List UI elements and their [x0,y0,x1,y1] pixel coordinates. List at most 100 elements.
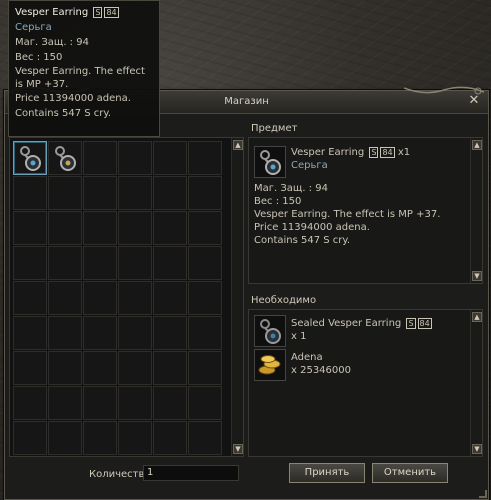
required-section-label: Необходимо [251,295,317,306]
inventory-slot[interactable] [153,246,187,280]
inventory-slot[interactable] [13,421,47,455]
selected-item-mdef: Маг. Защ. : 94 [254,183,328,194]
required-scrollbar[interactable]: ▲ ▼ [470,310,482,456]
selected-item-weight: Вес : 150 [254,196,302,207]
inventory-slot[interactable] [48,281,82,315]
inventory-slot[interactable] [118,141,152,175]
selected-item-name-line: Vesper Earring S 84 x1 [291,146,410,159]
scroll-up-icon[interactable]: ▲ [472,140,482,150]
inventory-slot[interactable] [188,351,222,385]
tooltip-mdef: Маг. Защ. : 94 [15,37,89,48]
inventory-slot[interactable] [188,386,222,420]
selected-item-type: Серьга [291,160,328,171]
inventory-slot[interactable] [118,386,152,420]
selected-item-name: Vesper Earring [291,147,365,158]
inventory-slot[interactable] [188,316,222,350]
inventory-slot[interactable] [13,141,47,175]
inventory-slot[interactable] [153,281,187,315]
inventory-slot[interactable] [153,316,187,350]
inventory-slot[interactable] [188,211,222,245]
inventory-slot[interactable] [83,281,117,315]
tooltip-contains: Contains 547 S cry. [15,108,112,119]
cancel-button[interactable]: Отменить [372,463,448,483]
inventory-slot[interactable] [83,246,117,280]
scroll-up-icon[interactable]: ▲ [472,312,482,322]
selected-item-stats: Маг. Защ. : 94 Вес : 150 Vesper Earring.… [254,182,464,247]
scroll-up-icon[interactable]: ▲ [233,140,243,150]
selected-item-count: x1 [397,147,411,158]
inventory-slot[interactable] [48,421,82,455]
inventory-slot[interactable] [153,351,187,385]
accept-button[interactable]: Принять [289,463,365,483]
inventory-slot[interactable] [153,421,187,455]
inventory-slot[interactable] [48,386,82,420]
selected-item-row: Vesper Earring S 84 x1 Серьга [254,146,410,178]
inventory-slot[interactable] [13,211,47,245]
quantity-input[interactable]: 1 [143,465,239,481]
scroll-down-icon[interactable]: ▼ [472,444,482,454]
adena-name: Adena [291,352,323,363]
inventory-slot[interactable] [48,316,82,350]
inventory-slot[interactable] [13,316,47,350]
inventory-slot[interactable] [188,281,222,315]
inventory-grid-panel: ▲ ▼ [9,137,244,457]
inventory-slot[interactable] [48,246,82,280]
inventory-grid [13,141,222,455]
item-detail-panel: Vesper Earring S 84 x1 Серьга Маг. Защ. :… [248,137,483,284]
inventory-slot[interactable] [48,351,82,385]
inventory-slot[interactable] [153,141,187,175]
scroll-down-icon[interactable]: ▼ [472,271,482,281]
item-scrollbar[interactable]: ▲ ▼ [470,138,482,283]
inventory-slot[interactable] [188,421,222,455]
inventory-slot[interactable] [118,281,152,315]
sealed-earring-icon[interactable] [254,315,286,347]
tooltip-item-grade: S [93,7,103,18]
inventory-slot[interactable] [83,351,117,385]
inventory-slot[interactable] [118,246,152,280]
inventory-slot[interactable] [118,351,152,385]
close-icon[interactable]: ✕ [467,94,481,108]
inventory-slot[interactable] [83,421,117,455]
resize-handle-icon[interactable] [479,490,487,498]
required-panel: Sealed Vesper Earring S 84 x 1 Adena x 25… [248,309,483,457]
grid-scrollbar[interactable]: ▲ ▼ [231,138,243,456]
inventory-slot[interactable] [48,211,82,245]
inventory-slot[interactable] [153,211,187,245]
inventory-slot[interactable] [48,176,82,210]
inventory-slot[interactable] [13,176,47,210]
inventory-slot[interactable] [48,141,82,175]
required-item-name: Sealed Vesper Earring [291,318,402,329]
scroll-down-icon[interactable]: ▼ [233,444,243,454]
tooltip-price: Price 11394000 adena. [15,93,131,104]
adena-icon[interactable] [254,349,286,381]
inventory-slot[interactable] [153,176,187,210]
inventory-slot[interactable] [83,211,117,245]
tooltip-weight: Вес : 150 [15,52,63,63]
item-section-label: Предмет [251,123,298,134]
inventory-slot[interactable] [83,176,117,210]
vesper-earring-icon[interactable] [254,146,286,178]
inventory-slot[interactable] [118,176,152,210]
inventory-slot[interactable] [13,351,47,385]
inventory-slot[interactable] [83,141,117,175]
inventory-slot[interactable] [83,316,117,350]
inventory-slot[interactable] [188,141,222,175]
tooltip-name-line: Vesper Earring S 84 [15,5,153,20]
inventory-slot[interactable] [83,386,117,420]
selected-item-grade: S [369,147,379,158]
tooltip-desc: Vesper Earring. The effect is MP +37. [15,66,145,90]
adena-count: x 25346000 [291,365,351,376]
inventory-slot[interactable] [13,281,47,315]
inventory-slot[interactable] [13,386,47,420]
inventory-slot[interactable] [13,246,47,280]
inventory-slot[interactable] [118,211,152,245]
tooltip-item-grade-level: 84 [104,7,119,18]
inventory-slot[interactable] [188,246,222,280]
required-item-count: x 1 [291,331,307,342]
required-adena-row: Adena x 25346000 [254,349,351,381]
inventory-slot[interactable] [118,316,152,350]
required-item-name-line: Sealed Vesper Earring S 84 [291,317,432,330]
inventory-slot[interactable] [188,176,222,210]
inventory-slot[interactable] [153,386,187,420]
inventory-slot[interactable] [118,421,152,455]
